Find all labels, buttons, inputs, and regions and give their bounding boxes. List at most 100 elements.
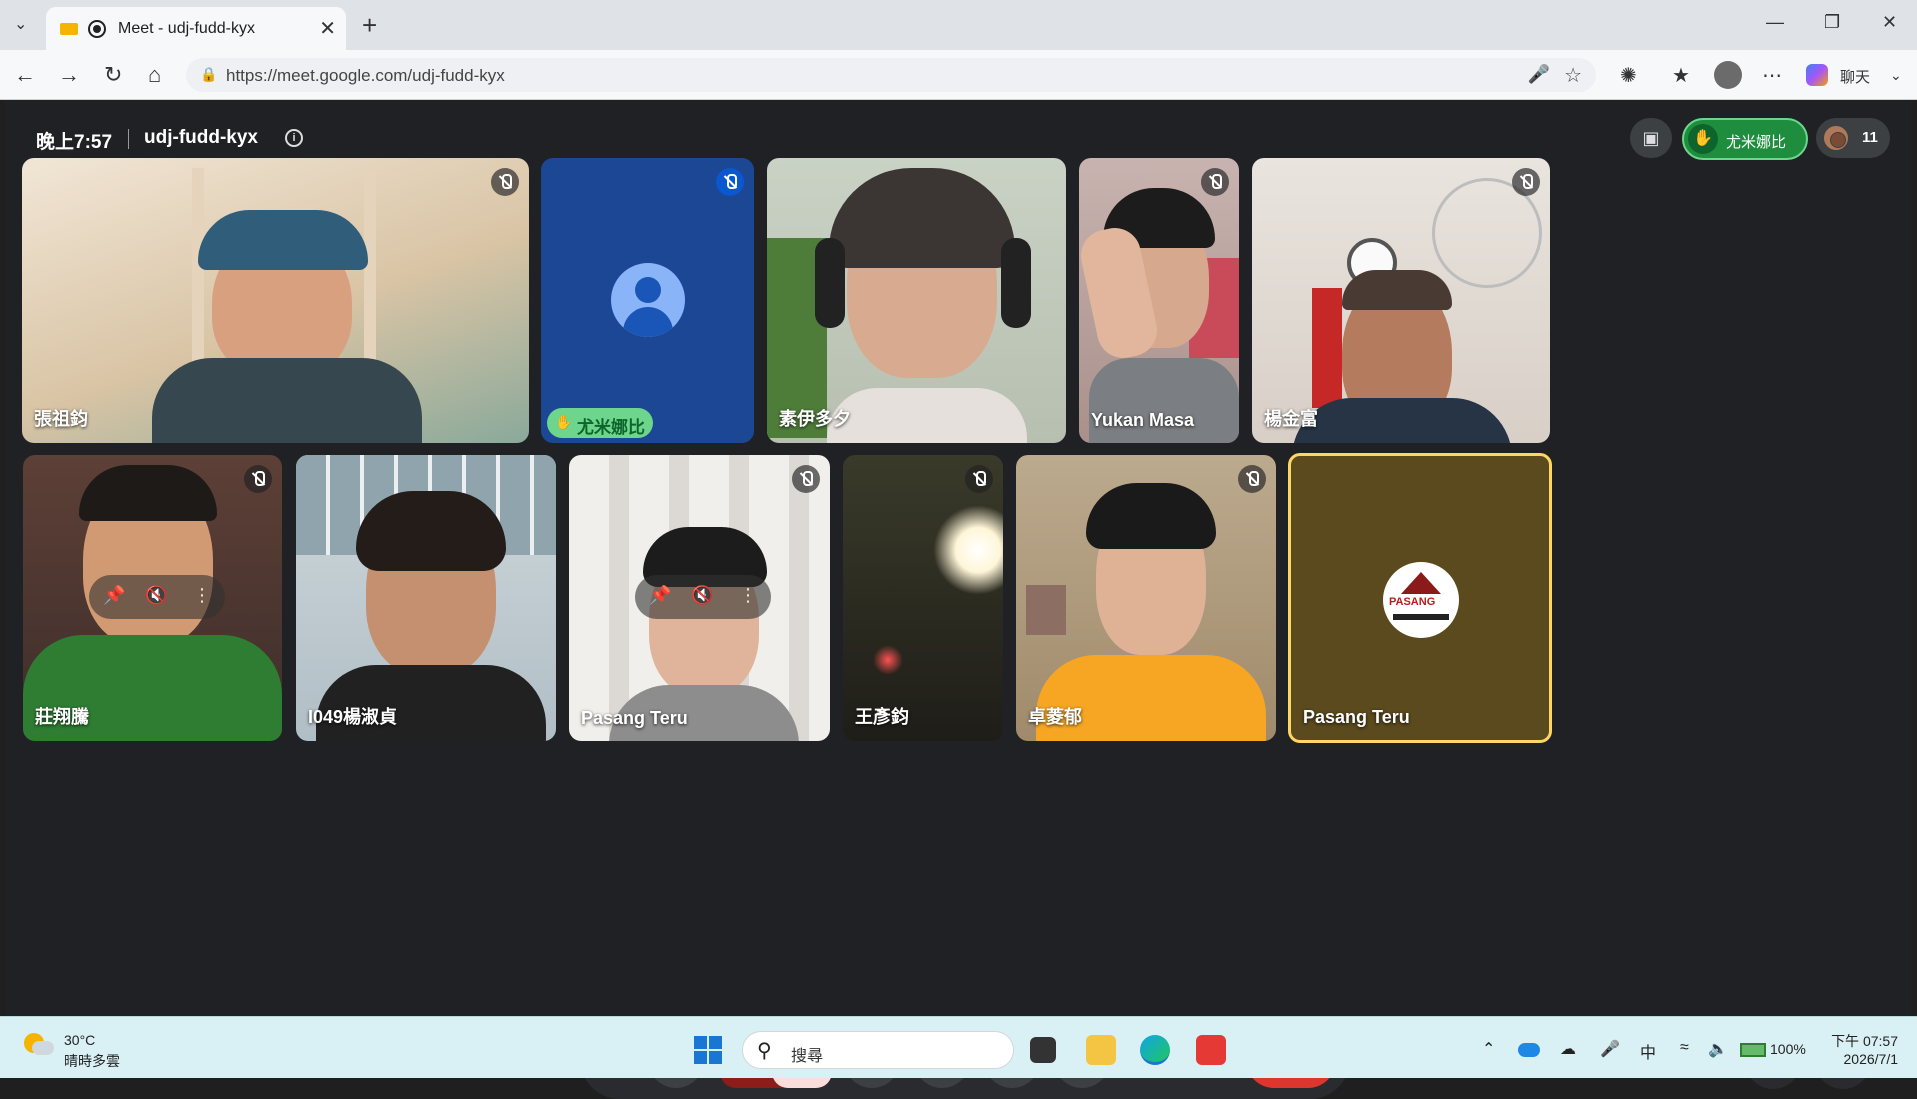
participant-count: 11 (1862, 129, 1878, 146)
header-divider (128, 129, 129, 149)
participant-name: 尤米娜比 (577, 418, 645, 437)
pasang-logo-avatar: PASANG (1383, 562, 1459, 638)
network-cloud-icon[interactable]: ☁ (1560, 1039, 1576, 1059)
browser-tab-strip: ⌄ Meet - udj-fudd-kyx ✕ + — ❐ ✕ (0, 0, 1917, 50)
muted-mic-icon (1512, 168, 1540, 196)
participant-name: 素伊多夕 (779, 409, 851, 429)
chevron-down-icon[interactable]: ⌄ (1890, 67, 1902, 84)
url-text[interactable]: https://meet.google.com/udj-fudd-kyx (226, 66, 505, 86)
microphone-icon[interactable]: 🎤 (1600, 1039, 1620, 1059)
participant-tile[interactable]: 卓菱郁 (1016, 455, 1276, 741)
camera-off-indicator-icon[interactable]: ▣ (1630, 118, 1672, 158)
reload-icon[interactable]: ↻ (104, 62, 122, 88)
tab-list-chevron-icon[interactable]: ⌄ (14, 14, 27, 34)
more-options-icon[interactable]: ⋮ (193, 585, 211, 606)
new-tab-icon[interactable]: + (362, 10, 377, 41)
wifi-icon[interactable]: ≈ (1680, 1039, 1689, 1057)
wall-picture (1026, 585, 1066, 635)
participant-tile[interactable]: 張祖鈞 (22, 158, 529, 443)
participant-tile[interactable]: 素伊多夕 (767, 158, 1066, 443)
participant-tile[interactable]: 楊金富 (1252, 158, 1550, 443)
lock-icon[interactable]: 🔒 (200, 66, 217, 83)
minimize-icon[interactable]: — (1766, 12, 1784, 33)
raised-hand-badge: ✋ 尤米娜比 (547, 408, 653, 438)
hat (198, 210, 368, 270)
muted-mic-icon (491, 168, 519, 196)
favorites-icon[interactable]: ★ (1672, 63, 1690, 88)
edge-browser-icon[interactable] (1140, 1035, 1170, 1065)
wps-office-icon[interactable] (1196, 1035, 1226, 1065)
participant-name: I049楊淑貞 (308, 707, 398, 727)
red-light (873, 645, 903, 675)
participant-name: 卓菱郁 (1028, 707, 1082, 727)
participant-tile[interactable]: Yukan Masa (1079, 158, 1239, 443)
tab-close-icon[interactable]: ✕ (319, 16, 336, 41)
hair (829, 168, 1015, 268)
meeting-clock: 晚上7:57 (36, 132, 113, 153)
meet-call-view: 晚上7:57 udj-fudd-kyx i ▣ ✋ 尤米娜比 11 張祖鈞 ✋ … (6, 101, 1911, 1099)
mute-participant-icon[interactable]: 🔇 (691, 585, 713, 606)
pin-icon[interactable]: 📌 (103, 585, 125, 606)
meeting-info-icon[interactable]: i (285, 129, 303, 147)
hair (356, 491, 506, 571)
back-arrow-icon[interactable]: ← (14, 62, 36, 88)
more-options-icon[interactable]: ⋮ (739, 585, 757, 606)
participant-tile[interactable]: 📌 🔇 ⋮ 莊翔騰 (23, 455, 282, 741)
participant-tile-speaking[interactable]: PASANG Pasang Teru (1288, 453, 1552, 743)
battery-icon[interactable] (1740, 1043, 1766, 1057)
browser-toolbar: ← → ↻ ⌂ 🔒 https://meet.google.com/udj-fu… (0, 50, 1917, 100)
participant-name: 張祖鈞 (34, 409, 88, 429)
copilot-icon[interactable] (1806, 64, 1828, 86)
forward-arrow-icon[interactable]: → (58, 62, 80, 88)
hair (79, 465, 217, 521)
participant-tile[interactable]: ✋ 尤米娜比 (541, 158, 754, 443)
chat-button[interactable]: 聊天 (1840, 66, 1870, 87)
default-avatar-icon (611, 263, 685, 337)
pin-icon[interactable]: 📌 (649, 585, 671, 606)
voice-search-icon[interactable]: 🎤 (1528, 64, 1550, 85)
taskbar-time[interactable]: 下午 07:57 (1826, 1031, 1898, 1051)
muted-mic-icon (1238, 465, 1266, 493)
maximize-icon[interactable]: ❐ (1824, 12, 1840, 33)
mute-participant-icon[interactable]: 🔇 (145, 585, 167, 606)
input-method-indicator[interactable]: 中 (1640, 1039, 1656, 1063)
onedrive-cloud-icon[interactable] (1518, 1043, 1540, 1057)
window-close-icon[interactable]: ✕ (1882, 12, 1897, 33)
task-view-icon[interactable] (1030, 1037, 1056, 1063)
taskbar-date[interactable]: 2026/7/1 (1826, 1051, 1899, 1067)
participant-tile[interactable]: I049楊淑貞 (296, 455, 556, 741)
roof-shape (1401, 572, 1441, 594)
home-icon[interactable]: ⌂ (148, 62, 161, 88)
taskbar-search-input[interactable]: ⚲ 搜尋 (742, 1031, 1014, 1069)
browser-tab-meet[interactable]: Meet - udj-fudd-kyx ✕ (46, 7, 346, 50)
weather-description[interactable]: 晴時多雲 (64, 1051, 120, 1071)
hair (1342, 270, 1452, 310)
weather-temperature[interactable]: 30°C (64, 1032, 95, 1048)
extensions-icon[interactable]: ✺ (1620, 63, 1637, 88)
weather-icon[interactable] (24, 1033, 54, 1057)
recording-indicator-icon (88, 20, 106, 38)
participant-avatar (1830, 132, 1846, 148)
street-light (933, 505, 1003, 595)
more-menu-icon[interactable]: ⋯ (1762, 63, 1782, 88)
address-bar[interactable]: 🔒 https://meet.google.com/udj-fudd-kyx 🎤… (186, 58, 1596, 92)
participant-name: 王彥鈞 (855, 707, 909, 727)
raised-hand-button[interactable]: ✋ 尤米娜比 (1682, 118, 1808, 160)
volume-icon[interactable]: 🔈 (1708, 1039, 1728, 1059)
favorite-star-icon[interactable]: ☆ (1564, 63, 1582, 88)
profile-avatar[interactable] (1714, 61, 1742, 89)
show-hidden-icons-chevron-icon[interactable]: ⌃ (1482, 1039, 1495, 1059)
file-explorer-icon[interactable] (1086, 1035, 1116, 1065)
participant-name: 莊翔騰 (35, 707, 89, 727)
participant-tile[interactable]: 王彥鈞 (843, 455, 1003, 741)
search-placeholder: 搜尋 (791, 1048, 824, 1065)
participants-button[interactable]: 11 (1816, 118, 1890, 158)
participant-tile[interactable]: 📌 🔇 ⋮ Pasang Teru (569, 455, 830, 741)
meet-favicon-icon (60, 23, 78, 35)
logo-text: PASANG (1389, 596, 1436, 608)
muted-mic-icon (1201, 168, 1229, 196)
windows-start-icon[interactable] (694, 1036, 722, 1064)
battery-percent[interactable]: 100% (1770, 1041, 1806, 1057)
tile-hover-controls: 📌 🔇 ⋮ (635, 575, 771, 619)
tab-title: Meet - udj-fudd-kyx (118, 20, 255, 37)
